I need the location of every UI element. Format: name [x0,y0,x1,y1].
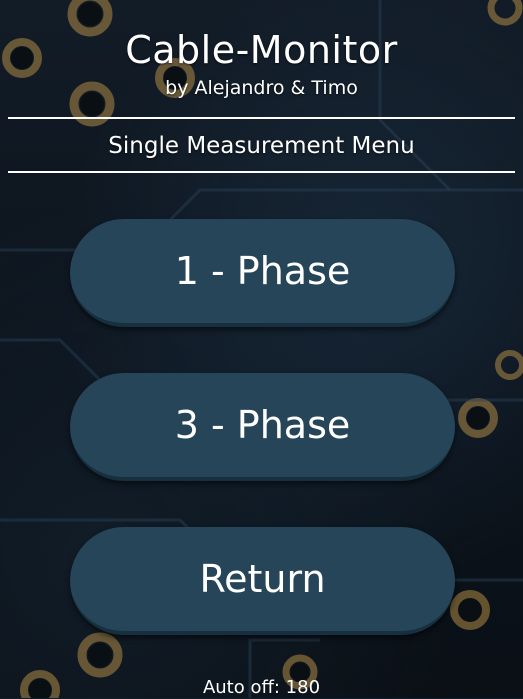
app-title: Cable-Monitor [125,28,398,72]
three-phase-button[interactable]: 3 - Phase [70,373,455,481]
return-button-label: Return [199,557,326,601]
one-phase-button-label: 1 - Phase [174,249,351,293]
divider-bottom [8,171,515,173]
return-button[interactable]: Return [70,527,455,635]
app-subtitle: by Alejandro & Timo [165,77,358,99]
divider-top [8,117,515,119]
menu-title: Single Measurement Menu [108,133,415,159]
three-phase-button-label: 3 - Phase [174,403,351,447]
one-phase-button[interactable]: 1 - Phase [70,219,455,327]
main-screen: Cable-Monitor by Alejandro & Timo Single… [0,0,523,698]
auto-off-status: Auto off: 180 [202,677,321,698]
